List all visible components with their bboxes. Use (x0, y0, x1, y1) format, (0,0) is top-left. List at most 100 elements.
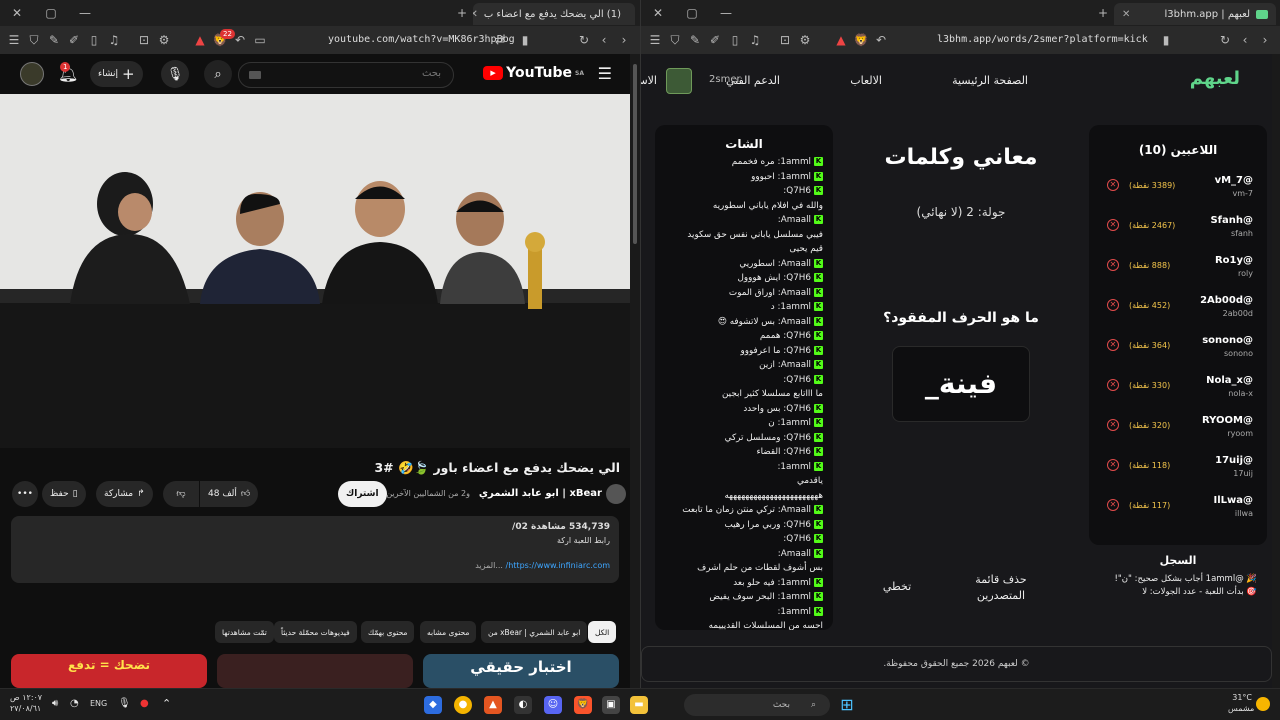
music-icon[interactable]: ♫ (104, 33, 124, 47)
discord-icon[interactable]: ☺ (544, 696, 562, 714)
close-tab-icon[interactable]: ✕ (473, 9, 478, 20)
thumbnail-1[interactable]: تضحك = تدفع (11, 654, 207, 688)
chat-username[interactable]: Amaall: (778, 288, 811, 298)
settings-icon[interactable]: ⚙ (154, 33, 174, 47)
maximize-icon[interactable]: ▢ (34, 6, 68, 20)
remove-player-icon[interactable]: ✕ (1107, 299, 1119, 311)
keyboard-icon[interactable] (249, 71, 261, 79)
reload-icon[interactable]: ↻ (574, 33, 594, 47)
sidebar-icon[interactable]: ▯ (84, 33, 104, 47)
menu-icon[interactable]: ☰ (645, 33, 665, 47)
remove-player-icon[interactable]: ✕ (1107, 219, 1119, 231)
create-button[interactable]: إنشاء + (90, 61, 143, 87)
chat-username[interactable]: Amaall: (778, 317, 811, 327)
app-icon-3[interactable]: ▲ (484, 696, 502, 714)
network-icon[interactable]: ◔ (70, 698, 79, 709)
brave-shield-icon[interactable]: 🦁 (851, 33, 871, 47)
search-button[interactable]: ⌕ (204, 60, 232, 88)
forward-icon[interactable]: › (614, 33, 634, 47)
chat-username[interactable]: Q7H6: (783, 433, 811, 443)
remove-player-icon[interactable]: ✕ (1107, 379, 1119, 391)
brave-icon[interactable]: 🦁 (574, 696, 592, 714)
chip-watched[interactable]: تمّت مشاهدتها (215, 621, 274, 643)
chat-username[interactable]: Q7H6: (783, 186, 811, 196)
description-box[interactable]: 534,739 مشاهدة 02/ رابط اللعبة اركة http… (11, 516, 619, 583)
share-button[interactable]: مشاركة ↱ (96, 481, 153, 507)
chat-username[interactable]: Amaall: (778, 215, 811, 225)
forward-icon[interactable]: › (1255, 33, 1275, 47)
chat-username[interactable]: 1amml: (777, 302, 811, 312)
chat-username[interactable]: Q7H6: (783, 404, 811, 414)
search-input[interactable]: بحث (238, 62, 454, 88)
chat-username[interactable]: Q7H6: (783, 375, 811, 385)
remove-player-icon[interactable]: ✕ (1107, 419, 1119, 431)
chip-recent[interactable]: فيديوهات محمّلة حديثاً (274, 621, 357, 643)
save-button[interactable]: حفظ ▯ (42, 481, 86, 507)
subscribe-button[interactable]: اشتراك (338, 481, 387, 507)
chat-username[interactable]: Q7H6: (783, 534, 811, 544)
mic-icon[interactable]: 🎙︎ (118, 698, 131, 709)
page-scrollbar[interactable] (1272, 54, 1280, 688)
like-button[interactable]: 48 ألف 👍︎ (200, 481, 259, 507)
close-window-icon[interactable]: ✕ (641, 6, 675, 20)
nav-username[interactable]: 2smer (709, 74, 741, 85)
video-player[interactable] (0, 94, 630, 448)
chat-username[interactable]: 1amml: (777, 607, 811, 617)
tab-youtube[interactable]: (1) الي يضحك يدفع مع اعضاء ب ✕ (473, 3, 635, 25)
settings-icon[interactable]: ⚙ (795, 33, 815, 47)
start-icon[interactable]: ⊞ (838, 696, 856, 714)
brave-rewards-icon[interactable]: ▲ (190, 33, 210, 47)
nav-partial[interactable]: الاس (641, 74, 657, 87)
app-icon-4[interactable]: ◐ (514, 696, 532, 714)
clock[interactable]: ١٢:٠٧ ص ٢٧/٠٨/٦١ (10, 692, 42, 714)
recording-icon[interactable]: ● (140, 698, 149, 709)
remove-player-icon[interactable]: ✕ (1107, 259, 1119, 271)
brush-icon[interactable]: ✐ (64, 33, 84, 47)
back-icon[interactable]: ‹ (594, 33, 614, 47)
clear-leaderboard-button[interactable]: حذف قائمة المتصدرين (961, 572, 1041, 604)
chat-username[interactable]: 1amml: (777, 592, 811, 602)
collaborators[interactable]: و2 من الشماليين الآخرين (386, 489, 470, 498)
chip-all[interactable]: الكل (588, 621, 617, 643)
translate-icon[interactable]: ⇄ (490, 33, 510, 47)
site-logo[interactable]: لعبهم (1190, 68, 1240, 89)
channel-avatar[interactable] (606, 484, 626, 504)
address-bar[interactable]: l3bhm.app/words/2smer?platform=kick (937, 34, 1148, 45)
brave-rewards-icon[interactable]: ▲ (831, 33, 851, 47)
channel-name[interactable]: xBear | ابو عابد الشمري (479, 488, 602, 499)
minimize-icon[interactable]: — (68, 6, 102, 20)
cast-icon[interactable]: ▭ (250, 33, 270, 47)
close-tab-icon[interactable]: ✕ (1122, 9, 1130, 20)
taskbar-search[interactable]: بحث ⌕ (684, 694, 830, 716)
chat-username[interactable]: Q7H6: (783, 273, 811, 283)
chat-username[interactable]: Amaall: (778, 360, 811, 370)
description-link[interactable]: https://www.infiniarc.com/ (506, 561, 610, 570)
chat-username[interactable]: Q7H6: (783, 331, 811, 341)
sidebar-icon[interactable]: ▯ (725, 33, 745, 47)
screenshot-icon[interactable]: ⊡ (134, 33, 154, 47)
tab-l3bhm[interactable]: لعبهم | l3bhm.app ✕ (1114, 3, 1276, 25)
speaker-icon[interactable]: 🔊︎ (52, 698, 58, 709)
remove-player-icon[interactable]: ✕ (1107, 459, 1119, 471)
thumbnail-3[interactable]: اختبار حقيقي (423, 654, 619, 688)
nav-games[interactable]: الالعاب (850, 74, 882, 87)
music-icon[interactable]: ♫ (745, 33, 765, 47)
weather[interactable]: 31°C مشمس (1228, 692, 1254, 714)
thumbnail-2[interactable] (217, 654, 413, 688)
shield-icon[interactable]: ⛉ (24, 33, 44, 48)
chat-username[interactable]: 1amml: (777, 462, 811, 472)
dislike-button[interactable]: 👎︎ (163, 481, 199, 507)
brush-icon[interactable]: ✐ (705, 33, 725, 47)
reload-icon[interactable]: ↻ (1215, 33, 1235, 47)
brave-shield-icon[interactable]: 🦁 22 (210, 29, 235, 47)
chat-username[interactable]: 1amml: (777, 578, 811, 588)
app-icon-7[interactable]: ▣ (602, 696, 620, 714)
close-window-icon[interactable]: ✕ (0, 6, 34, 20)
voice-search-button[interactable]: 🎙︎ (161, 60, 189, 88)
remove-player-icon[interactable]: ✕ (1107, 499, 1119, 511)
notifications-icon[interactable]: 🔔︎ 1 (58, 62, 78, 83)
screenshot-icon[interactable]: ⊡ (775, 33, 795, 47)
avatar[interactable] (20, 62, 44, 86)
chrome-icon[interactable]: ● (454, 696, 472, 714)
shield-icon[interactable]: ⛉ (665, 33, 685, 48)
